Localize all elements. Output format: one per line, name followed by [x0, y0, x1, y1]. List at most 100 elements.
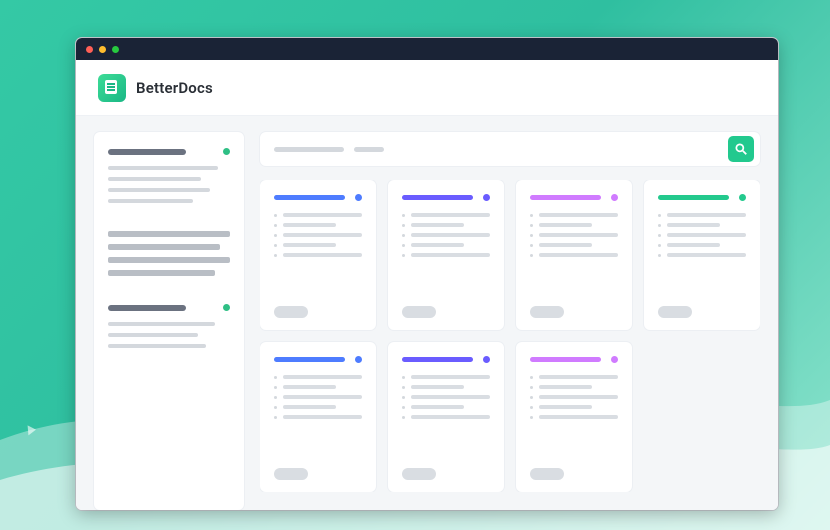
doc-category-card[interactable]	[516, 180, 632, 330]
card-item-text	[411, 395, 490, 399]
card-item[interactable]	[402, 223, 490, 227]
sidebar-item[interactable]	[108, 199, 193, 203]
card-more-chip[interactable]	[274, 306, 308, 318]
card-item[interactable]	[274, 213, 362, 217]
card-items	[274, 213, 362, 257]
bullet-icon	[402, 214, 405, 217]
card-more-chip[interactable]	[530, 306, 564, 318]
sidebar-item[interactable]	[108, 177, 201, 181]
card-item[interactable]	[274, 415, 362, 419]
card-item[interactable]	[658, 233, 746, 237]
card-item[interactable]	[658, 243, 746, 247]
bullet-icon	[274, 386, 277, 389]
card-item[interactable]	[274, 395, 362, 399]
card-item[interactable]	[530, 213, 618, 217]
card-status-dot-icon	[739, 194, 746, 201]
main-content	[260, 132, 760, 510]
bullet-icon	[402, 416, 405, 419]
search-bar[interactable]	[260, 132, 760, 166]
status-dot-icon	[223, 304, 230, 311]
card-more-chip[interactable]	[658, 306, 692, 318]
card-item[interactable]	[274, 405, 362, 409]
card-item[interactable]	[530, 223, 618, 227]
card-item[interactable]	[530, 395, 618, 399]
card-item[interactable]	[274, 253, 362, 257]
card-item[interactable]	[530, 375, 618, 379]
sidebar-item[interactable]	[108, 166, 218, 170]
card-item[interactable]	[658, 213, 746, 217]
search-placeholder	[274, 147, 344, 152]
card-item[interactable]	[402, 405, 490, 409]
card-more-chip[interactable]	[402, 468, 436, 480]
bullet-icon	[530, 244, 533, 247]
sidebar-item[interactable]	[108, 244, 220, 250]
sidebar-group-header[interactable]	[108, 148, 230, 155]
search-placeholder	[354, 147, 384, 152]
sidebar-item[interactable]	[108, 257, 230, 263]
doc-category-card[interactable]	[388, 342, 504, 492]
sidebar-group-header[interactable]	[108, 304, 230, 311]
doc-category-card[interactable]	[260, 180, 376, 330]
card-item[interactable]	[274, 385, 362, 389]
card-item[interactable]	[402, 385, 490, 389]
card-item-text	[283, 213, 362, 217]
doc-category-card[interactable]	[516, 342, 632, 492]
sidebar-item[interactable]	[108, 333, 198, 337]
card-item[interactable]	[402, 213, 490, 217]
card-item[interactable]	[402, 415, 490, 419]
sidebar-item[interactable]	[108, 188, 210, 192]
search-button[interactable]	[728, 136, 754, 162]
bullet-icon	[402, 406, 405, 409]
card-more-chip[interactable]	[530, 468, 564, 480]
card-item-text	[411, 375, 490, 379]
bullet-icon	[530, 254, 533, 257]
card-item[interactable]	[274, 243, 362, 247]
window-close-icon[interactable]	[86, 46, 93, 53]
bullet-icon	[658, 234, 661, 237]
sidebar-item[interactable]	[108, 322, 215, 326]
bullet-icon	[658, 244, 661, 247]
doc-category-card[interactable]	[388, 180, 504, 330]
card-item[interactable]	[402, 243, 490, 247]
card-item-text	[283, 405, 336, 409]
bullet-icon	[402, 396, 405, 399]
bullet-icon	[530, 214, 533, 217]
card-item[interactable]	[402, 253, 490, 257]
bullet-icon	[530, 416, 533, 419]
card-item-text	[411, 243, 464, 247]
card-item[interactable]	[274, 375, 362, 379]
card-header	[274, 194, 362, 201]
card-item[interactable]	[530, 415, 618, 419]
card-item[interactable]	[530, 405, 618, 409]
sidebar-item[interactable]	[108, 270, 215, 276]
doc-category-card[interactable]	[644, 180, 760, 330]
card-status-dot-icon	[611, 194, 618, 201]
sidebar-item[interactable]	[108, 231, 230, 237]
card-item[interactable]	[402, 233, 490, 237]
card-item[interactable]	[530, 233, 618, 237]
card-more-chip[interactable]	[402, 306, 436, 318]
window-minimize-icon[interactable]	[99, 46, 106, 53]
card-title	[530, 195, 601, 200]
card-item[interactable]	[402, 375, 490, 379]
bullet-icon	[274, 224, 277, 227]
bullet-icon	[402, 376, 405, 379]
card-more-chip[interactable]	[274, 468, 308, 480]
card-item[interactable]	[658, 223, 746, 227]
card-items	[530, 375, 618, 419]
card-status-dot-icon	[355, 356, 362, 363]
window-maximize-icon[interactable]	[112, 46, 119, 53]
card-item[interactable]	[530, 385, 618, 389]
card-item[interactable]	[274, 223, 362, 227]
card-item[interactable]	[274, 233, 362, 237]
card-status-dot-icon	[483, 356, 490, 363]
sidebar-item[interactable]	[108, 344, 206, 348]
card-item[interactable]	[658, 253, 746, 257]
doc-category-card[interactable]	[260, 342, 376, 492]
card-item[interactable]	[530, 253, 618, 257]
card-header	[530, 194, 618, 201]
card-item[interactable]	[402, 395, 490, 399]
bullet-icon	[274, 396, 277, 399]
card-item-text	[667, 213, 746, 217]
card-item[interactable]	[530, 243, 618, 247]
